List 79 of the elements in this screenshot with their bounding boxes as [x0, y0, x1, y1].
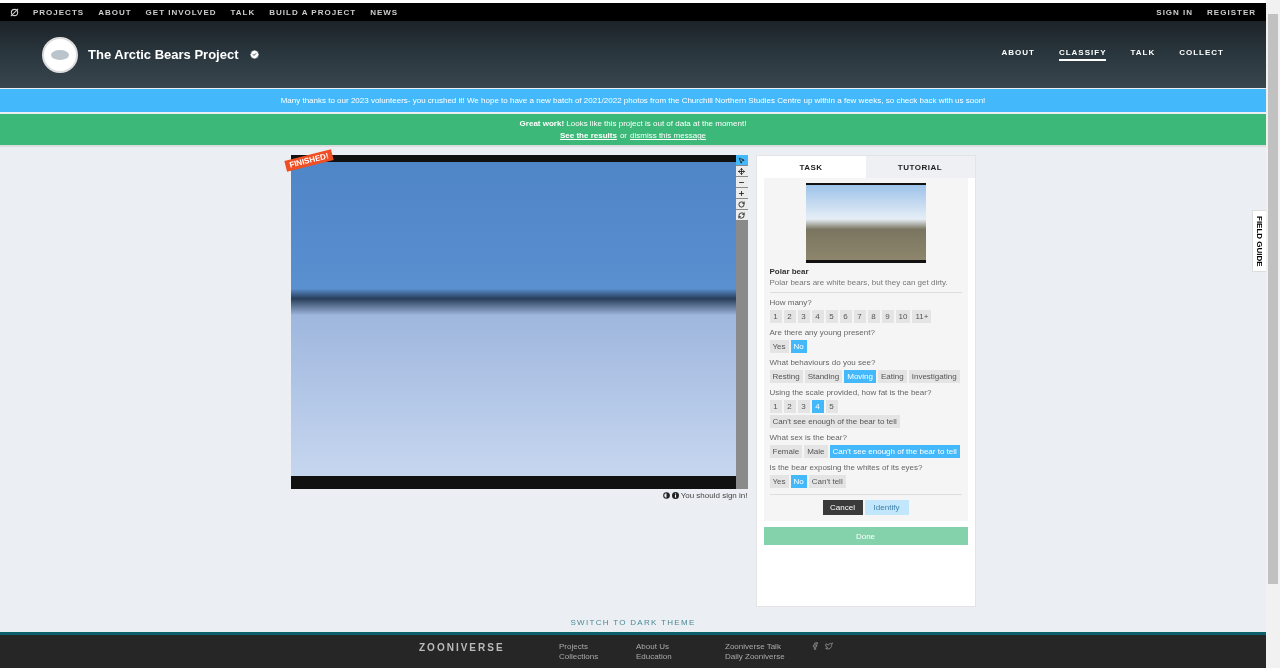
zoom-in-tool-button[interactable]: [735, 188, 748, 198]
panel-tab[interactable]: TUTORIAL: [865, 156, 975, 178]
answer-option[interactable]: 2: [783, 400, 796, 414]
pointer-icon: [738, 156, 745, 164]
answer-option[interactable]: 5: [825, 310, 838, 324]
announcement-banner: Many thanks to our 2023 volunteers- you crushed it! We hope to have a new batch of 2021/2022 photos from the Churchill Northern Studies Centre up within a few weeks, so check back with us soon!: [0, 89, 1266, 112]
reset-tool-button[interactable]: [735, 210, 748, 220]
answer-option[interactable]: Female: [769, 445, 803, 459]
answer-option[interactable]: 4: [811, 310, 824, 324]
plus-icon: [738, 189, 745, 197]
answer-option[interactable]: 1: [769, 310, 782, 324]
species-description: Polar bears are white bears, but they can get dirty.: [769, 278, 962, 294]
answer-option[interactable]: 8: [867, 310, 880, 324]
answer-option[interactable]: Resting: [769, 370, 803, 384]
nav-link[interactable]: TALK: [230, 7, 256, 17]
move-tool-button[interactable]: [735, 166, 748, 176]
answer-option[interactable]: 10: [895, 310, 911, 324]
info-icon[interactable]: [671, 492, 679, 499]
question-text: Is the bear exposing the whites of its eyes?: [769, 463, 924, 473]
answer-option[interactable]: 9: [881, 310, 894, 324]
answer-option[interactable]: Eating: [878, 370, 907, 384]
account-link[interactable]: REGISTER: [1207, 7, 1256, 17]
answer-option[interactable]: Yes: [769, 340, 789, 354]
project-nav-tab[interactable]: TALK: [1130, 48, 1156, 61]
zooniverse-logo-icon[interactable]: [10, 7, 19, 17]
footer-link[interactable]: Projects: [559, 642, 636, 651]
question-text: What behaviours do you see?: [769, 358, 877, 368]
answer-option[interactable]: Male: [804, 445, 828, 459]
account-link[interactable]: SIGN IN: [1156, 7, 1194, 17]
answer-option[interactable]: 7: [853, 310, 866, 324]
answer-option[interactable]: 1: [769, 400, 782, 414]
banner-message: Great work! Looks like this project is out of data at the moment!: [519, 119, 747, 128]
scrollbar-thumb[interactable]: [1268, 14, 1278, 584]
field-guide-tab[interactable]: FIELD GUIDE: [1252, 210, 1266, 272]
nav-link[interactable]: NEWS: [370, 7, 399, 17]
footer-link[interactable]: Daily Zooniverse: [725, 652, 811, 661]
sign-in-note: You should sign in!: [680, 491, 748, 500]
question-text: Using the scale provided, how fat is the bear?: [769, 388, 933, 398]
refresh-icon: [738, 211, 745, 219]
rotate-icon: [738, 200, 745, 208]
contrast-icon[interactable]: [662, 492, 670, 499]
cancel-button[interactable]: Cancel: [822, 500, 863, 516]
answer-option[interactable]: Standing: [804, 370, 843, 384]
project-title: The Arctic Bears Project: [88, 47, 239, 62]
answer-option[interactable]: 5: [825, 400, 838, 414]
footer-link[interactable]: Collections: [559, 652, 636, 661]
twitter-icon[interactable]: [825, 642, 833, 650]
nav-link[interactable]: GET INVOLVED: [145, 7, 217, 17]
nav-link[interactable]: BUILD A PROJECT: [269, 7, 357, 17]
footer-link[interactable]: Zooniverse Talk: [725, 642, 811, 651]
nav-link[interactable]: ABOUT: [98, 7, 132, 17]
theme-switch-link[interactable]: SWITCH TO DARK THEME: [570, 618, 696, 627]
move-icon: [738, 167, 745, 175]
question-text: How many?: [769, 298, 813, 308]
project-nav-tab[interactable]: CLASSIFY: [1058, 48, 1107, 61]
answer-option[interactable]: Investigating: [908, 370, 960, 384]
footer-link[interactable]: About Us: [636, 642, 725, 651]
answer-option[interactable]: 2: [783, 310, 796, 324]
answer-option[interactable]: Yes: [769, 475, 789, 489]
question-text: What sex is the bear?: [769, 433, 848, 443]
pointer-tool-button[interactable]: [735, 155, 748, 165]
answer-option[interactable]: 6: [839, 310, 852, 324]
answer-option[interactable]: 3: [797, 310, 810, 324]
answer-option[interactable]: 3: [797, 400, 810, 414]
zoom-out-tool-button[interactable]: [735, 177, 748, 187]
species-name: Polar bear: [769, 267, 810, 276]
project-nav-tab[interactable]: COLLECT: [1179, 48, 1224, 61]
footer-logo: ZOONIVERSE: [419, 642, 506, 655]
facebook-icon[interactable]: [811, 642, 819, 650]
nav-link[interactable]: PROJECTS: [33, 7, 85, 17]
rotate-tool-button[interactable]: [735, 199, 748, 209]
footer-link[interactable]: Education: [636, 652, 725, 661]
question-text: Are there any young present?: [769, 328, 876, 338]
answer-option[interactable]: Can't tell: [808, 475, 846, 489]
or-text: or: [619, 131, 627, 140]
answer-option[interactable]: Can't see enough of the bear to tell: [769, 415, 900, 429]
answer-option[interactable]: 11+: [912, 310, 932, 324]
project-nav-tab[interactable]: ABOUT: [1001, 48, 1035, 61]
project-avatar: [42, 36, 78, 73]
